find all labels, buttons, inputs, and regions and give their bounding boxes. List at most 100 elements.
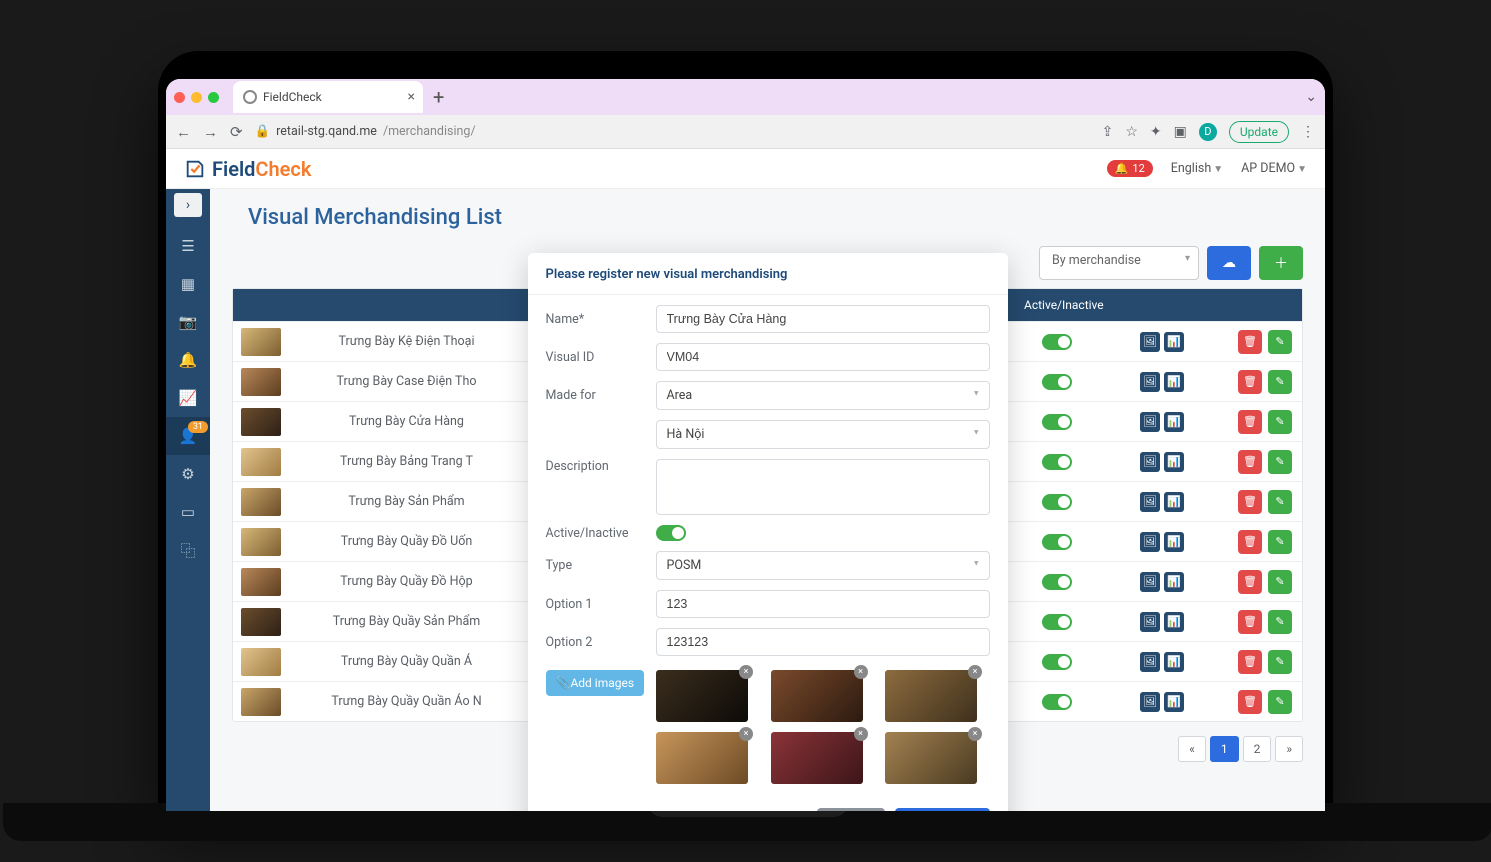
image-button[interactable]: 🖼: [1140, 372, 1160, 392]
sidebar-item-dashboard[interactable]: ☰: [166, 227, 210, 265]
active-toggle[interactable]: [1042, 494, 1072, 510]
sidebar-toggle[interactable]: ›: [174, 193, 202, 217]
image-button[interactable]: 🖼: [1140, 532, 1160, 552]
description-input[interactable]: [656, 459, 990, 515]
delete-button[interactable]: 🗑: [1238, 570, 1262, 594]
stats-button[interactable]: 📊: [1164, 492, 1184, 512]
new-tab-button[interactable]: +: [433, 85, 444, 109]
delete-button[interactable]: 🗑: [1238, 530, 1262, 554]
made-for-sub-select[interactable]: Hà Nội: [656, 420, 990, 449]
image-button[interactable]: 🖼: [1140, 452, 1160, 472]
edit-button[interactable]: ✎: [1268, 650, 1292, 674]
url-field[interactable]: 🔒 retail-stg.qand.me/merchandising/: [255, 124, 1090, 139]
remove-image-icon[interactable]: ×: [968, 665, 982, 679]
uploaded-image[interactable]: ×: [656, 670, 748, 722]
browser-tab[interactable]: FieldCheck ×: [233, 81, 423, 113]
delete-button[interactable]: 🗑: [1238, 490, 1262, 514]
active-toggle[interactable]: [1042, 414, 1072, 430]
page-prev[interactable]: «: [1178, 736, 1206, 762]
active-toggle[interactable]: [1042, 534, 1072, 550]
add-images-button[interactable]: 📎Add images: [546, 670, 645, 696]
active-toggle[interactable]: [1042, 694, 1072, 710]
remove-image-icon[interactable]: ×: [968, 727, 982, 741]
uploaded-image[interactable]: ×: [885, 732, 977, 784]
sidebar-item-copy[interactable]: ⿻: [166, 531, 210, 569]
submit-button[interactable]: 💾Submit: [895, 808, 989, 811]
option2-input[interactable]: [656, 628, 990, 656]
stats-button[interactable]: 📊: [1164, 332, 1184, 352]
chevron-down-icon[interactable]: ⌄: [1305, 89, 1317, 105]
delete-button[interactable]: 🗑: [1238, 650, 1262, 674]
edit-button[interactable]: ✎: [1268, 490, 1292, 514]
stats-button[interactable]: 📊: [1164, 532, 1184, 552]
panel-icon[interactable]: ▣: [1174, 124, 1187, 140]
language-selector[interactable]: English▼: [1171, 161, 1223, 176]
delete-button[interactable]: 🗑: [1238, 450, 1262, 474]
uploaded-image[interactable]: ×: [656, 732, 748, 784]
edit-button[interactable]: ✎: [1268, 530, 1292, 554]
uploaded-image[interactable]: ×: [885, 670, 977, 722]
sidebar-item-calendar[interactable]: ▦: [166, 265, 210, 303]
window-close[interactable]: [174, 92, 185, 103]
sidebar-item-analytics[interactable]: 📈: [166, 379, 210, 417]
image-button[interactable]: 🖼: [1140, 412, 1160, 432]
edit-button[interactable]: ✎: [1268, 610, 1292, 634]
window-minimize[interactable]: [191, 92, 202, 103]
window-maximize[interactable]: [208, 92, 219, 103]
page-2[interactable]: 2: [1243, 736, 1272, 762]
type-select[interactable]: POSM: [656, 551, 990, 580]
made-for-select[interactable]: Area: [656, 381, 990, 410]
remove-image-icon[interactable]: ×: [854, 665, 868, 679]
edit-button[interactable]: ✎: [1268, 370, 1292, 394]
forward-icon[interactable]: →: [203, 123, 218, 141]
delete-button[interactable]: 🗑: [1238, 410, 1262, 434]
menu-icon[interactable]: ⋮: [1301, 124, 1315, 140]
sidebar-item-users[interactable]: 👤31: [166, 417, 210, 455]
remove-image-icon[interactable]: ×: [854, 727, 868, 741]
active-toggle[interactable]: [1042, 454, 1072, 470]
name-input[interactable]: [656, 305, 990, 333]
visual-id-input[interactable]: [656, 343, 990, 371]
sidebar-item-notifications[interactable]: 🔔: [166, 341, 210, 379]
add-button[interactable]: ＋: [1259, 246, 1303, 280]
delete-button[interactable]: 🗑: [1238, 330, 1262, 354]
image-button[interactable]: 🖼: [1140, 692, 1160, 712]
image-button[interactable]: 🖼: [1140, 612, 1160, 632]
extension-icon[interactable]: ✦: [1150, 124, 1162, 140]
edit-button[interactable]: ✎: [1268, 330, 1292, 354]
delete-button[interactable]: 🗑: [1238, 610, 1262, 634]
active-toggle[interactable]: [1042, 334, 1072, 350]
stats-button[interactable]: 📊: [1164, 692, 1184, 712]
app-logo[interactable]: FieldCheck: [184, 157, 311, 181]
uploaded-image[interactable]: ×: [771, 732, 863, 784]
share-icon[interactable]: ⇪: [1102, 124, 1114, 140]
active-toggle-modal[interactable]: [656, 525, 686, 541]
star-icon[interactable]: ☆: [1125, 124, 1138, 140]
edit-button[interactable]: ✎: [1268, 570, 1292, 594]
option1-input[interactable]: [656, 590, 990, 618]
sidebar-item-settings[interactable]: ⚙: [166, 455, 210, 493]
stats-button[interactable]: 📊: [1164, 612, 1184, 632]
close-button[interactable]: Close: [817, 808, 886, 811]
delete-button[interactable]: 🗑: [1238, 690, 1262, 714]
remove-image-icon[interactable]: ×: [739, 665, 753, 679]
filter-select[interactable]: By merchandise: [1039, 246, 1199, 280]
sidebar-item-idcard[interactable]: ▭: [166, 493, 210, 531]
back-icon[interactable]: ←: [176, 123, 191, 141]
delete-button[interactable]: 🗑: [1238, 370, 1262, 394]
image-button[interactable]: 🖼: [1140, 492, 1160, 512]
stats-button[interactable]: 📊: [1164, 652, 1184, 672]
user-menu[interactable]: AP DEMO▼: [1241, 161, 1307, 176]
active-toggle[interactable]: [1042, 614, 1072, 630]
sidebar-item-camera[interactable]: 📷: [166, 303, 210, 341]
image-button[interactable]: 🖼: [1140, 652, 1160, 672]
notification-badge[interactable]: 🔔 12: [1107, 160, 1153, 177]
profile-badge[interactable]: D: [1199, 123, 1217, 141]
update-button[interactable]: Update: [1229, 121, 1289, 143]
reload-icon[interactable]: ⟳: [230, 123, 243, 141]
edit-button[interactable]: ✎: [1268, 410, 1292, 434]
stats-button[interactable]: 📊: [1164, 412, 1184, 432]
active-toggle[interactable]: [1042, 574, 1072, 590]
active-toggle[interactable]: [1042, 654, 1072, 670]
stats-button[interactable]: 📊: [1164, 452, 1184, 472]
